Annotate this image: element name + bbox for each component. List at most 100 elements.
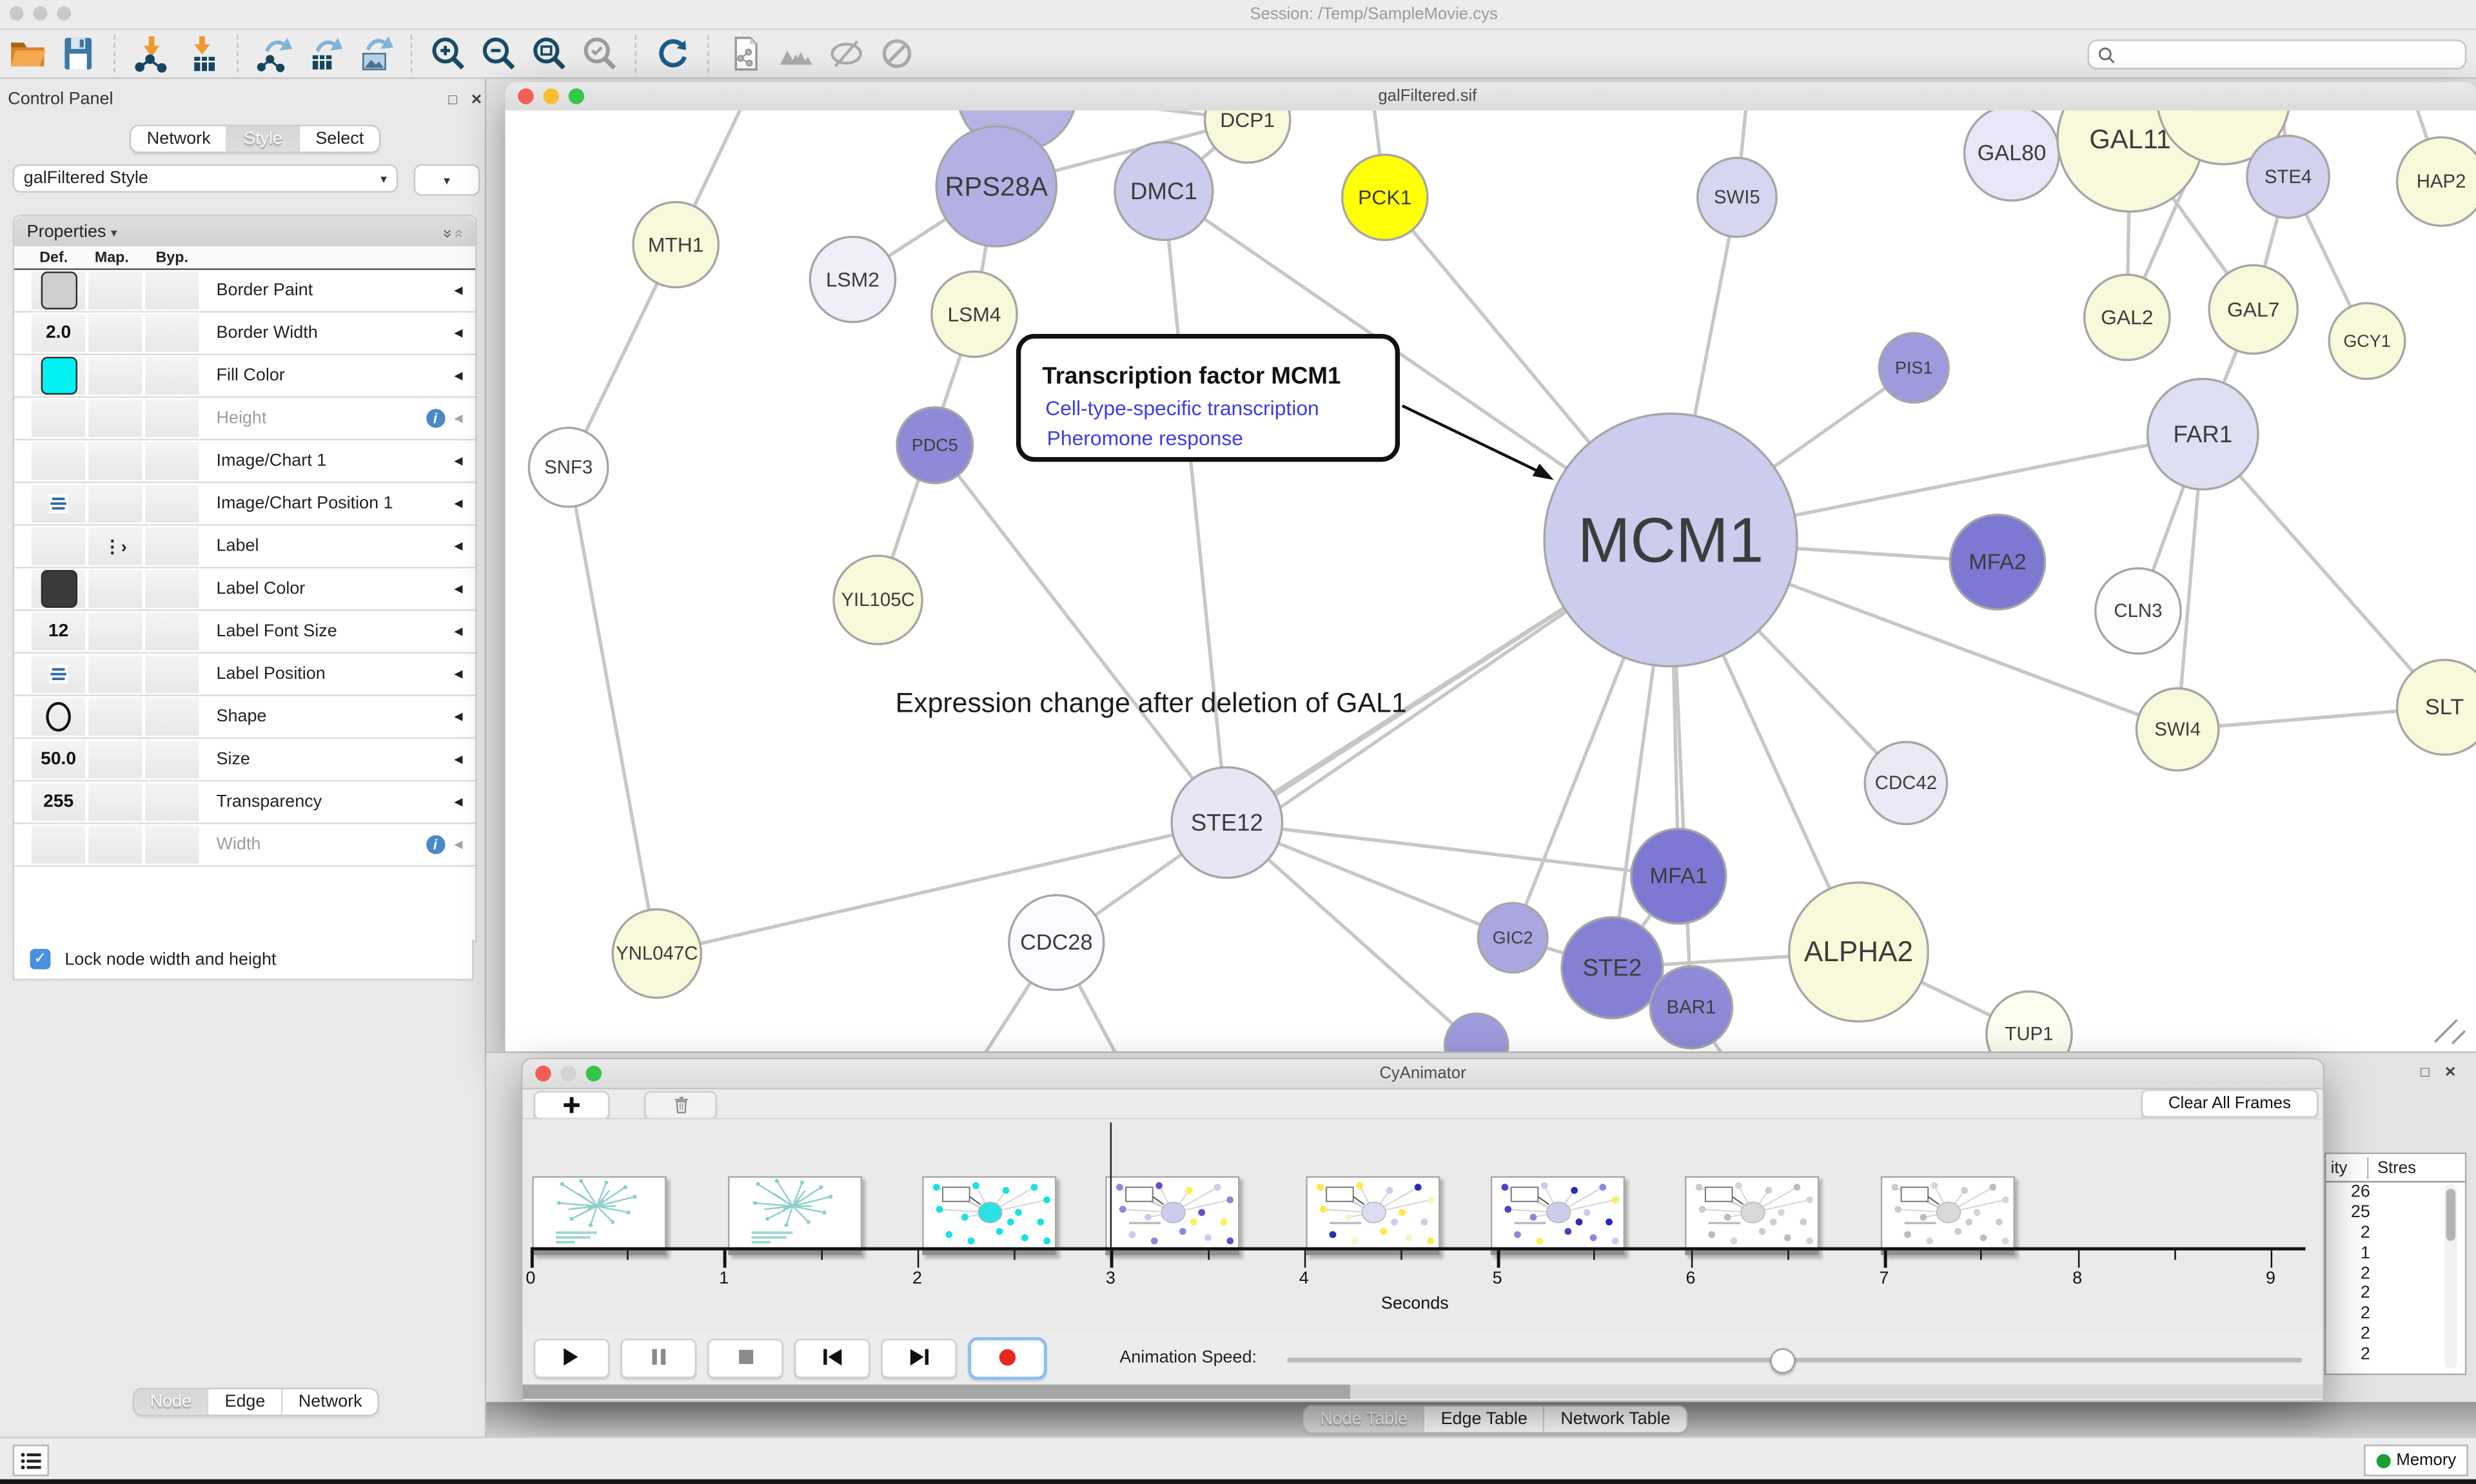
frame-thumbnail-7[interactable]	[1881, 1176, 2015, 1255]
mapping-cell[interactable]	[88, 741, 142, 779]
frame-thumbnail-1[interactable]	[728, 1176, 862, 1255]
node-table-header[interactable]: ity Stres	[2326, 1154, 2465, 1182]
stop-button[interactable]	[707, 1338, 783, 1378]
search-all-button[interactable]	[774, 32, 818, 76]
mapping-cell[interactable]	[88, 698, 142, 736]
tab-node[interactable]: Node	[134, 1389, 209, 1414]
node-PIS1[interactable]: PIS1	[1879, 333, 1949, 403]
node-GAL7[interactable]: GAL7	[2209, 265, 2297, 353]
expand-arrow-icon[interactable]: ◀	[454, 540, 462, 553]
node-CDC28[interactable]: CDC28	[1009, 895, 1104, 990]
tab-network-table[interactable]: Network Table	[1545, 1407, 1686, 1432]
mapping-cell[interactable]: ⋮›	[88, 527, 142, 565]
expand-arrow-icon[interactable]: ◀	[454, 284, 462, 297]
node-YNL047C[interactable]: YNL047C	[613, 910, 701, 998]
speed-slider-handle[interactable]	[1770, 1348, 1795, 1373]
node-LSM4[interactable]: LSM4	[932, 271, 1017, 356]
tab-style[interactable]: Style	[228, 126, 299, 151]
bypass-cell[interactable]	[145, 356, 199, 395]
zoom-fit-button[interactable]	[527, 32, 572, 76]
node-YIL105C[interactable]: YIL105C	[834, 556, 922, 644]
mapping-cell[interactable]	[88, 570, 142, 608]
frame-thumbnail-4[interactable]	[1306, 1176, 1440, 1255]
export-table-button[interactable]	[303, 32, 348, 76]
zoom-in-button[interactable]	[426, 32, 471, 76]
mapping-cell[interactable]	[88, 655, 142, 693]
node-DMC1[interactable]: DMC1	[1115, 142, 1213, 240]
expand-arrow-icon[interactable]: ◀	[454, 668, 462, 681]
timeline-scrollbar-thumb[interactable]	[523, 1385, 1350, 1399]
frame-thumbnail-3[interactable]	[1105, 1176, 1239, 1255]
node-PCK1[interactable]: PCK1	[1342, 155, 1428, 240]
node-SNF3[interactable]: SNF3	[529, 428, 607, 507]
default-value-cell[interactable]	[32, 527, 85, 565]
bypass-cell[interactable]	[145, 442, 199, 480]
edge[interactable]	[935, 445, 1227, 823]
frame-thumbnail-6[interactable]	[1685, 1176, 1819, 1255]
tab-network[interactable]: Network	[131, 126, 228, 151]
node-TUP1[interactable]: TUP1	[1987, 991, 2072, 1051]
bypass-cell[interactable]	[145, 314, 199, 352]
save-session-button[interactable]	[57, 32, 101, 76]
default-value-cell[interactable]	[32, 826, 85, 864]
edge[interactable]	[1164, 191, 1227, 823]
node-STE4[interactable]: STE4	[2247, 136, 2329, 218]
default-value-cell[interactable]	[32, 400, 85, 438]
record-button[interactable]	[968, 1336, 1046, 1379]
expand-arrow-icon[interactable]: ◀	[454, 412, 462, 425]
resize-grip-icon[interactable]	[2435, 1020, 2465, 1044]
task-history-button[interactable]	[13, 1445, 49, 1476]
default-value-cell[interactable]	[32, 271, 85, 309]
node-MFA2[interactable]: MFA2	[1950, 514, 2045, 609]
open-session-button[interactable]	[6, 32, 51, 76]
show-details-button[interactable]	[875, 32, 919, 76]
refresh-layout-button[interactable]	[651, 32, 695, 76]
default-value-cell[interactable]: 50.0	[32, 741, 85, 779]
frame-thumbnail-2[interactable]	[922, 1176, 1056, 1255]
table-scrollbar-thumb[interactable]	[2446, 1189, 2455, 1241]
default-value-cell[interactable]: 2.0	[32, 314, 85, 352]
import-table-button[interactable]	[180, 32, 224, 76]
memory-button[interactable]: Memory	[2364, 1445, 2468, 1476]
tab-edge-table[interactable]: Edge Table	[1425, 1407, 1545, 1432]
expand-arrow-icon[interactable]: ◀	[454, 838, 462, 851]
lock-size-checkbox[interactable]: ✓	[30, 949, 51, 970]
mapping-cell[interactable]	[88, 612, 142, 650]
play-button[interactable]	[534, 1338, 610, 1378]
tab-select[interactable]: Select	[300, 126, 380, 151]
default-value-cell[interactable]	[32, 655, 85, 693]
search-input[interactable]	[2088, 39, 2467, 70]
expand-arrow-icon[interactable]: ◀	[454, 796, 462, 808]
annotation-box[interactable]: Transcription factor MCM1Cell-type-speci…	[1019, 337, 1554, 480]
default-value-cell[interactable]: 12	[32, 612, 85, 650]
node-STE12[interactable]: STE12	[1172, 767, 1282, 877]
network-canvas[interactable]: RPS28BDCP1RPS28ADMC1PCK1SWI5GAL80GAL11ST…	[506, 110, 2476, 1051]
default-value-cell[interactable]	[32, 698, 85, 736]
expand-arrow-icon[interactable]: ◀	[454, 454, 462, 467]
network-window-titlebar[interactable]: galFiltered.sif	[506, 82, 2476, 112]
mapping-cell[interactable]	[88, 400, 142, 438]
expand-arrow-icon[interactable]: ◀	[454, 497, 462, 510]
properties-header[interactable]: Properties ▾ » «	[14, 217, 475, 247]
bypass-cell[interactable]	[145, 698, 199, 736]
tab-node-table[interactable]: Node Table	[1304, 1407, 1425, 1432]
node-GAL2[interactable]: GAL2	[2085, 275, 2170, 360]
network-file-button[interactable]	[723, 32, 768, 76]
delete-frame-button[interactable]	[644, 1091, 717, 1119]
node-RPS28A[interactable]: RPS28A	[936, 126, 1056, 246]
bypass-cell[interactable]	[145, 271, 199, 309]
export-image-button[interactable]	[354, 32, 398, 76]
node-PDC5[interactable]: PDC5	[897, 407, 973, 483]
node-CLN3[interactable]: CLN3	[2096, 569, 2181, 654]
mapping-cell[interactable]	[88, 314, 142, 352]
node-STE2[interactable]: STE2	[1562, 917, 1663, 1019]
mapping-cell[interactable]	[88, 271, 142, 309]
expand-arrow-icon[interactable]: ◀	[454, 753, 462, 766]
node-ALPHA2[interactable]: ALPHA2	[1789, 883, 1929, 1022]
skip-start-button[interactable]	[794, 1338, 870, 1378]
bypass-cell[interactable]	[145, 655, 199, 693]
style-selector[interactable]: galFiltered Style ▾	[13, 164, 398, 193]
style-options-button[interactable]: ▾	[414, 164, 480, 196]
default-value-cell[interactable]	[32, 485, 85, 523]
node-LSM2[interactable]: LSM2	[810, 237, 895, 322]
